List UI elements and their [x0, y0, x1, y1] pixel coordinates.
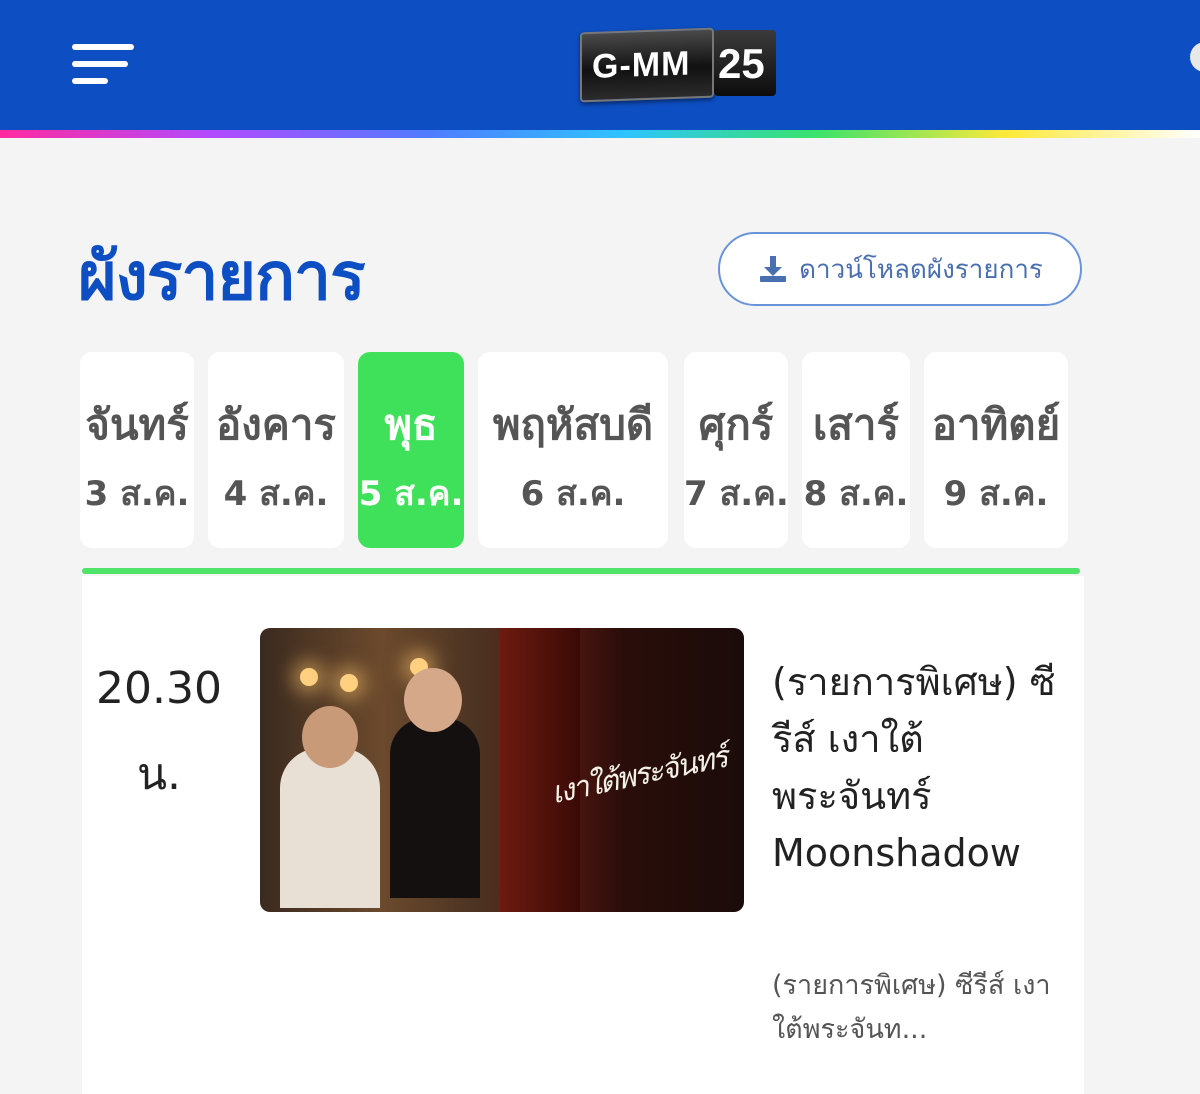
day-name: พุธ: [384, 400, 438, 449]
program-description: (รายการพิเศษ) ซีรีส์ เงาใต้พระจันท...: [772, 970, 1051, 1045]
day-name: อาทิตย์: [931, 400, 1061, 449]
hamburger-menu-icon[interactable]: [72, 44, 134, 88]
day-name: พฤหัสบดี: [492, 400, 654, 449]
day-tab-fri[interactable]: ศุกร์ 7 ส.ค.: [684, 352, 789, 548]
day-tab-mon[interactable]: จันทร์ 3 ส.ค.: [80, 352, 194, 548]
program-thumbnail[interactable]: เงาใต้พระจันทร์: [260, 628, 744, 912]
download-schedule-button[interactable]: ดาวน์โหลดผังรายการ: [718, 232, 1082, 306]
top-navbar: G-MM 25: [0, 0, 1200, 132]
day-tab-thu[interactable]: พฤหัสบดี 6 ส.ค.: [478, 352, 668, 548]
logo-number: 25: [718, 40, 765, 87]
day-date: 8 ส.ค.: [803, 474, 909, 514]
day-date: 7 ส.ค.: [684, 474, 789, 514]
day-name: จันทร์: [85, 400, 189, 449]
day-name: เสาร์: [812, 400, 900, 449]
day-date: 3 ส.ค.: [84, 474, 190, 514]
day-date: 6 ส.ค.: [520, 474, 626, 514]
rainbow-divider: [0, 130, 1200, 138]
day-tab-sun[interactable]: อาทิตย์ 9 ส.ค.: [924, 352, 1068, 548]
day-tab-tue[interactable]: อังคาร 4 ส.ค.: [208, 352, 344, 548]
active-day-underline: [82, 568, 1080, 574]
download-icon: [760, 256, 787, 282]
program-title[interactable]: (รายการพิเศษ) ซีรีส์ เงาใต้พระจันทร์ Moo…: [772, 654, 1072, 882]
day-tab-wed[interactable]: พุธ 5 ส.ค.: [358, 352, 464, 548]
day-name: อังคาร: [216, 400, 336, 449]
page-title: ผังรายการ: [78, 238, 366, 315]
logo-text: G-MM: [592, 44, 691, 86]
gmm25-logo[interactable]: G-MM 25: [580, 26, 776, 103]
program-time: 20.30 น.: [96, 663, 222, 800]
profile-icon[interactable]: [1190, 42, 1200, 72]
day-date: 4 ส.ค.: [223, 474, 329, 514]
day-tab-sat[interactable]: เสาร์ 8 ส.ค.: [802, 352, 910, 548]
day-date: 9 ส.ค.: [943, 474, 1049, 514]
day-date: 5 ส.ค.: [358, 474, 464, 514]
download-schedule-label: ดาวน์โหลดผังรายการ: [799, 254, 1043, 285]
day-name: ศุกร์: [698, 400, 774, 449]
